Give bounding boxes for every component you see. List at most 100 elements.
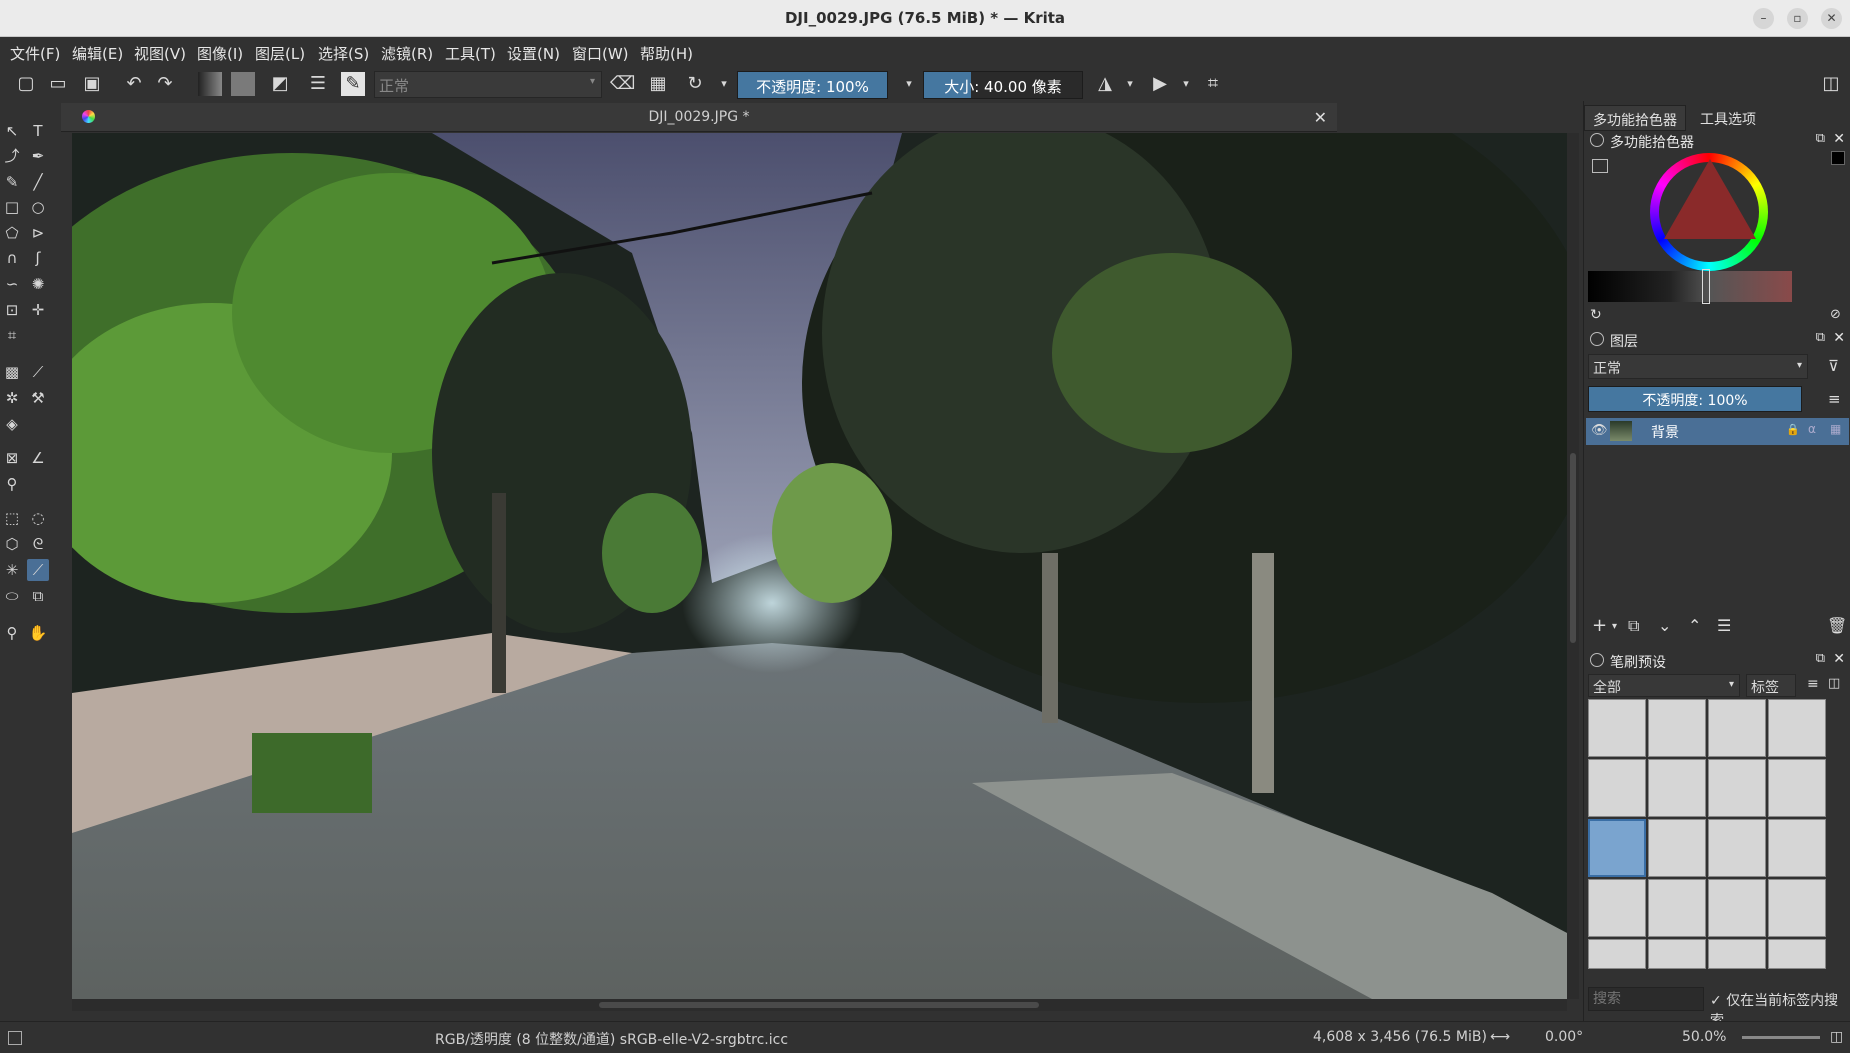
refresh-icon[interactable]: ↻ (1590, 307, 1602, 323)
eraser-mode-icon[interactable]: ⌫ (610, 72, 635, 96)
select-shapes-icon[interactable]: ↖ (1, 120, 23, 142)
menu-image[interactable]: 图像(I) (197, 43, 243, 64)
undo-icon[interactable]: ↶ (122, 72, 146, 96)
image-dimensions[interactable]: 4,608 x 3,456 (76.5 MiB) (1313, 1029, 1487, 1045)
move-layer-up-icon[interactable]: ⌃ (1688, 616, 1701, 635)
chevron-down-icon[interactable]: ▾ (1174, 72, 1198, 96)
brush-preset[interactable] (1708, 819, 1766, 877)
brush-preset[interactable] (1648, 939, 1706, 969)
float-icon[interactable]: ⧉ (1816, 651, 1825, 666)
colorspace-info[interactable]: RGB/透明度 (8 位整数/通道) sRGB-elle-V2-srgbtrc.… (435, 1029, 788, 1049)
brush-preset[interactable] (1708, 699, 1766, 757)
calligraphy-icon[interactable]: ✒ (27, 145, 49, 167)
maximize-icon[interactable]: ▫ (1787, 8, 1808, 29)
brush-settings-icon[interactable]: ☰ (306, 72, 330, 96)
menu-help[interactable]: 帮助(H) (640, 43, 693, 64)
pan-tool-icon[interactable]: ✋ (27, 622, 49, 644)
tag-button[interactable]: 标签 (1746, 674, 1796, 697)
brush-preset[interactable] (1588, 759, 1646, 817)
alpha-icon[interactable]: α (1808, 422, 1816, 436)
brush-preset[interactable] (1588, 879, 1646, 937)
rotate-icon[interactable]: ⟷ (1490, 1029, 1510, 1045)
brush-preset[interactable] (1648, 819, 1706, 877)
menu-window[interactable]: 窗口(W) (572, 43, 629, 64)
freehand-select-icon[interactable]: ᘓ (27, 533, 49, 555)
zoom-slider[interactable] (1742, 1036, 1820, 1039)
brush-size-slider[interactable]: 大小: 40.00 像素 (923, 71, 1083, 99)
freehand-brush-icon[interactable]: ✎ (1, 171, 23, 193)
brush-preset[interactable] (1768, 819, 1826, 877)
color-picker-icon[interactable]: ⟋ (27, 361, 49, 383)
smart-patch-icon[interactable]: ✲ (1, 387, 23, 409)
close-icon[interactable]: ✕ (1833, 330, 1845, 346)
brush-preset[interactable] (1708, 939, 1766, 969)
close-document-icon[interactable]: ✕ (1314, 108, 1327, 127)
clear-icon[interactable]: ⊘ (1830, 307, 1841, 322)
crop-tool-icon[interactable]: ⌗ (1, 324, 23, 346)
chevron-down-icon[interactable]: ▾ (712, 72, 736, 96)
brush-preset-selected[interactable] (1588, 819, 1646, 877)
layer-row[interactable]: 👁 背景 🔒 α ▦ (1586, 418, 1849, 445)
eye-icon[interactable]: 👁 (1591, 423, 1608, 438)
new-document-icon[interactable]: ▢ (14, 72, 38, 96)
horizontal-scrollbar[interactable] (72, 999, 1567, 1011)
brush-settings-icon[interactable]: ◫ (1828, 676, 1840, 691)
zoom-fit-icon[interactable]: ◫ (1830, 1029, 1843, 1045)
reference-tool-icon[interactable]: ⚲ (1, 473, 23, 495)
layer-opacity-slider[interactable]: 不透明度: 100% (1588, 386, 1802, 412)
brush-preset[interactable] (1768, 879, 1826, 937)
brush-search-input[interactable] (1588, 987, 1704, 1011)
brush-preset[interactable] (1708, 759, 1766, 817)
gradient-tool-icon[interactable]: ▩ (1, 361, 23, 383)
open-document-icon[interactable]: ▭ (46, 72, 70, 96)
chevron-down-icon[interactable]: ▾ (897, 72, 921, 96)
measure-tool-icon[interactable]: ∠ (27, 447, 49, 469)
brush-preset[interactable] (1768, 699, 1826, 757)
document-tab[interactable]: DJI_0029.JPG * ✕ (61, 103, 1337, 132)
menu-tools[interactable]: 工具(T) (445, 43, 496, 64)
move-tool-icon[interactable]: ✛ (27, 299, 49, 321)
rect-select-icon[interactable]: ⬚ (1, 507, 23, 529)
zoom-tool-icon[interactable]: ⚲ (1, 622, 23, 644)
close-icon[interactable]: ✕ (1833, 131, 1845, 147)
mirror-vertical-icon[interactable]: ▶ (1148, 72, 1172, 96)
brush-preset[interactable] (1768, 939, 1826, 969)
rectangle-tool-icon[interactable]: □ (1, 196, 23, 218)
menu-edit[interactable]: 编辑(E) (72, 43, 123, 64)
edit-shapes-icon[interactable]: ⤴ (1, 145, 23, 167)
brush-preset[interactable] (1648, 759, 1706, 817)
bezier-select-icon[interactable]: ⬭ (1, 585, 23, 607)
brush-preset[interactable] (1588, 939, 1646, 969)
workspace-icon[interactable]: ◫ (1819, 72, 1843, 96)
lock-icon[interactable] (1590, 133, 1604, 147)
color-wheel[interactable] (1650, 153, 1768, 271)
inherit-alpha-icon[interactable]: ▦ (1830, 422, 1841, 436)
assistant-tool-icon[interactable]: ⊠ (1, 447, 23, 469)
duplicate-layer-icon[interactable]: ⧉ (1628, 616, 1639, 636)
redo-icon[interactable]: ↷ (153, 72, 177, 96)
lock-icon[interactable] (1590, 332, 1604, 346)
chevron-down-icon[interactable]: ▾ (1118, 72, 1142, 96)
mirror-horizontal-icon[interactable]: ◮ (1093, 72, 1117, 96)
brush-preset[interactable] (1648, 879, 1706, 937)
layer-blend-mode-select[interactable]: 正常 ▾ (1588, 354, 1808, 379)
transform-tool-icon[interactable]: ⊡ (1, 299, 23, 321)
brush-preset[interactable] (1588, 699, 1646, 757)
image-canvas[interactable] (72, 133, 1567, 999)
brush-preset-icon[interactable]: ✎ (341, 72, 365, 96)
selection-indicator-icon[interactable] (8, 1031, 22, 1045)
view-mode-icon[interactable]: ≡ (1807, 676, 1819, 692)
layer-menu-icon[interactable]: ≡ (1828, 390, 1841, 408)
pattern-icon[interactable] (231, 72, 255, 96)
fg-bg-color-icon[interactable]: ◩ (268, 72, 292, 96)
minimize-icon[interactable]: – (1753, 8, 1774, 29)
menu-layer[interactable]: 图层(L) (255, 43, 305, 64)
bezier-tool-icon[interactable]: ∩ (1, 247, 23, 269)
color-selector-menu-icon[interactable] (1592, 159, 1608, 173)
reload-preset-icon[interactable]: ↻ (683, 72, 707, 96)
brush-preset[interactable] (1768, 759, 1826, 817)
text-tool-icon[interactable]: T (27, 120, 49, 142)
menu-file[interactable]: 文件(F) (10, 43, 60, 64)
polygon-select-icon[interactable]: ⬡ (1, 533, 23, 555)
close-icon[interactable]: ✕ (1833, 651, 1845, 667)
